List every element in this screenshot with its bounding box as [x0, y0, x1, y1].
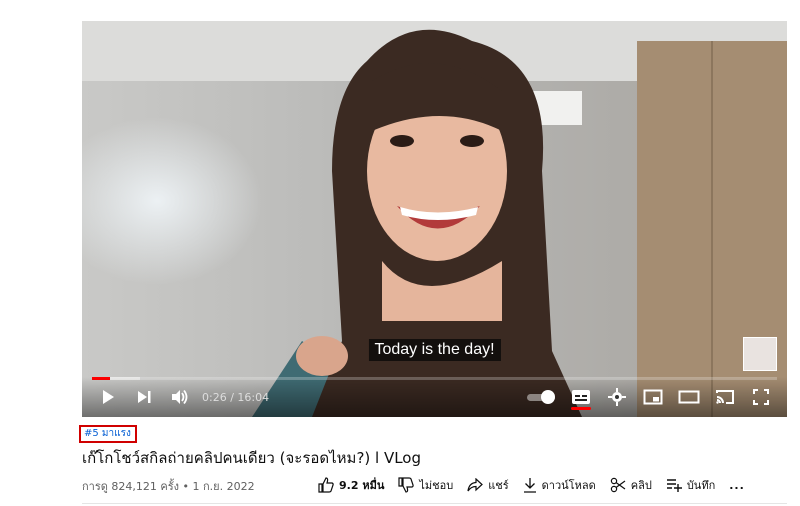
- download-button[interactable]: ดาวน์โหลด: [523, 476, 596, 494]
- share-icon: [467, 478, 484, 492]
- volume-icon: [172, 389, 188, 405]
- more-actions-button[interactable]: ...: [729, 479, 745, 492]
- player-controls: 0:26 / 16:04: [82, 377, 787, 417]
- fullscreen-icon: [753, 389, 769, 405]
- save-button[interactable]: บันทึก: [666, 476, 715, 494]
- playlist-add-icon: [666, 479, 682, 492]
- volume-button[interactable]: [162, 379, 198, 415]
- time-display: 0:26 / 16:04: [202, 390, 270, 404]
- video-actions: 9.2 หมื่น ไม่ชอบ แชร์ ดาวน์โหลด คลิป บัน…: [318, 476, 759, 494]
- dislike-button[interactable]: ไม่ชอบ: [398, 476, 453, 494]
- play-icon: [103, 390, 114, 404]
- dislike-label: ไม่ชอบ: [419, 479, 454, 492]
- clip-label: คลิป: [630, 479, 652, 492]
- theater-mode-button[interactable]: [671, 379, 707, 415]
- autoplay-switch: [527, 390, 557, 404]
- next-button[interactable]: [126, 379, 162, 415]
- like-count: 9.2 หมื่น: [339, 479, 385, 492]
- clip-button[interactable]: คลิป: [610, 476, 652, 494]
- video-title: เก๊โกโชว์สกิลถ่ายคลิปคนเดียว (จะรอดไหม?)…: [82, 449, 422, 467]
- play-button[interactable]: [90, 379, 126, 415]
- cast-icon: [716, 390, 734, 404]
- thumbs-up-icon: [318, 477, 334, 493]
- autoplay-toggle[interactable]: [527, 379, 563, 415]
- save-label: บันทึก: [686, 479, 716, 492]
- subtitles-button[interactable]: [563, 379, 599, 415]
- more-icon: ...: [729, 478, 745, 492]
- miniplayer-button[interactable]: [635, 379, 671, 415]
- cast-button[interactable]: [707, 379, 743, 415]
- theater-icon: [678, 390, 700, 404]
- share-label: แชร์: [488, 479, 509, 492]
- video-player[interactable]: Today is the day! 0:26 / 16:04: [82, 21, 787, 417]
- like-button[interactable]: 9.2 หมื่น: [318, 476, 384, 494]
- thumbs-down-icon: [398, 477, 415, 493]
- gear-icon: [608, 388, 626, 406]
- miniplayer-icon: [643, 389, 663, 405]
- subtitles-icon: [572, 390, 590, 404]
- scissors-icon: [610, 477, 626, 493]
- download-icon: [523, 478, 536, 493]
- download-label: ดาวน์โหลด: [541, 479, 596, 492]
- trending-hashtag-link[interactable]: #5 มาแรง: [79, 425, 137, 443]
- share-button[interactable]: แชร์: [467, 476, 509, 494]
- skip-next-icon: [138, 391, 151, 403]
- closed-caption-text: Today is the day!: [368, 339, 501, 361]
- video-meta: การดู 824,121 ครั้ง • 1 ก.ย. 2022: [82, 480, 255, 493]
- channel-watermark[interactable]: [743, 337, 777, 371]
- settings-button[interactable]: [599, 379, 635, 415]
- subtitles-active-indicator: [571, 407, 591, 410]
- fullscreen-button[interactable]: [743, 379, 779, 415]
- divider: [82, 503, 787, 504]
